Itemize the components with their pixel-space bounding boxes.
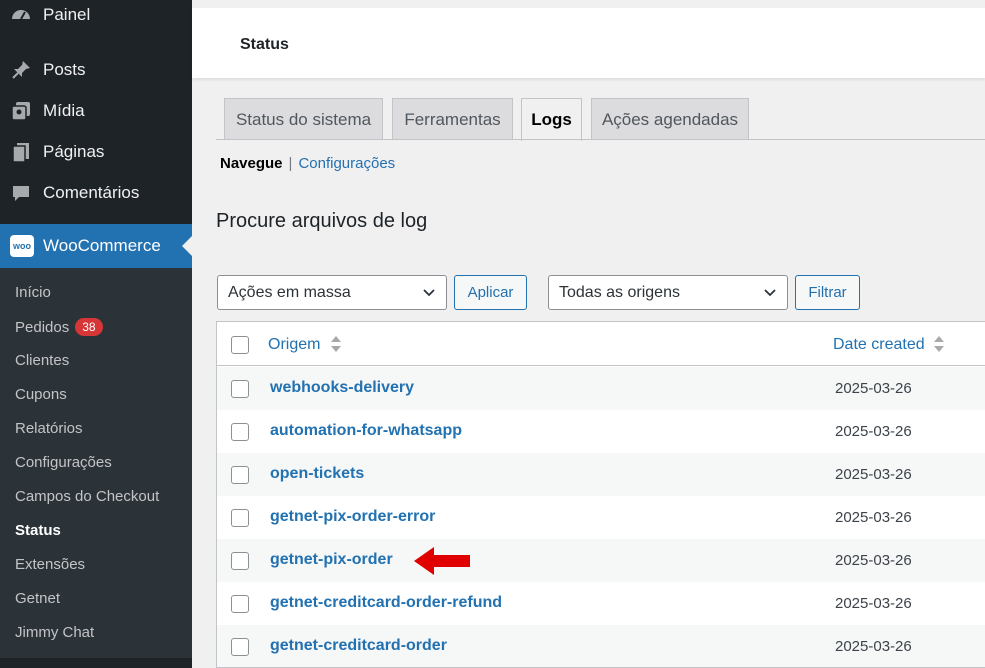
- dashboard-icon: [10, 4, 32, 26]
- media-icon: [10, 100, 32, 122]
- menu-label: Painel: [43, 5, 91, 24]
- submenu-item-getnet[interactable]: Getnet: [15, 590, 60, 607]
- tab-logs[interactable]: Logs: [521, 98, 582, 141]
- page-title: Status: [240, 36, 289, 53]
- tab-ferramentas[interactable]: Ferramentas: [392, 98, 513, 140]
- sort-icon[interactable]: [933, 335, 945, 353]
- row-checkbox[interactable]: [231, 595, 249, 613]
- submenu-item-relatorios[interactable]: Relatórios: [15, 420, 83, 437]
- table-row: getnet-creditcard-order-refund 2025-03-2…: [217, 582, 985, 625]
- table-row: getnet-pix-order 2025-03-26: [217, 539, 985, 582]
- table-header: Origem Date created: [217, 322, 985, 366]
- bulk-actions-select[interactable]: Ações em massa: [217, 275, 447, 310]
- woocommerce-icon: woo: [10, 235, 34, 257]
- log-origin-link[interactable]: open-tickets: [270, 465, 364, 483]
- woocommerce-submenu: Início Pedidos 38 Clientes Cupons Relatór…: [0, 268, 192, 658]
- row-checkbox[interactable]: [231, 423, 249, 441]
- column-header-date-created[interactable]: Date created: [833, 336, 925, 354]
- table-row: automation-for-whatsapp 2025-03-26: [217, 410, 985, 453]
- admin-sidebar: Painel Posts Mídia Páginas Comentários w…: [0, 0, 192, 668]
- table-row: getnet-creditcard-order 2025-03-26: [217, 625, 985, 667]
- menu-item-woocommerce[interactable]: woo WooCommerce: [0, 224, 192, 268]
- chevron-down-icon: [423, 289, 435, 297]
- tab-acoes-agendadas[interactable]: Ações agendadas: [591, 98, 749, 140]
- chevron-down-icon: [764, 289, 776, 297]
- submenu-item-cupons[interactable]: Cupons: [15, 386, 67, 403]
- subnav-separator: |: [288, 155, 293, 172]
- submenu-item-clientes[interactable]: Clientes: [15, 352, 69, 369]
- log-date: 2025-03-26: [835, 423, 912, 440]
- table-row: webhooks-delivery 2025-03-26: [217, 367, 985, 410]
- menu-item-midia[interactable]: Mídia: [0, 93, 192, 129]
- menu-label: WooCommerce: [43, 236, 161, 255]
- tab-divider: [216, 139, 985, 140]
- log-origin-link[interactable]: getnet-pix-order-error: [270, 508, 435, 526]
- log-date: 2025-03-26: [835, 638, 912, 655]
- menu-label: Mídia: [43, 101, 85, 120]
- log-origin-link[interactable]: webhooks-delivery: [270, 379, 414, 397]
- row-checkbox[interactable]: [231, 552, 249, 570]
- submenu-item-status[interactable]: Status: [15, 522, 61, 539]
- submenu-item-extensoes[interactable]: Extensões: [15, 556, 85, 573]
- table-row: getnet-pix-order-error 2025-03-26: [217, 496, 985, 539]
- submenu-item-jimmy-chat[interactable]: Jimmy Chat: [15, 624, 94, 641]
- log-date: 2025-03-26: [835, 466, 912, 483]
- table-row: open-tickets 2025-03-26: [217, 453, 985, 496]
- row-checkbox[interactable]: [231, 466, 249, 484]
- menu-item-paginas[interactable]: Páginas: [0, 134, 192, 170]
- filter-button[interactable]: Filtrar: [795, 275, 860, 310]
- subnav: Navegue | Configurações: [220, 155, 395, 172]
- submenu-item-inicio[interactable]: Início: [15, 284, 51, 301]
- origin-filter-value: Todas as origens: [559, 283, 680, 301]
- row-checkbox[interactable]: [231, 509, 249, 527]
- log-origin-link[interactable]: automation-for-whatsapp: [270, 422, 462, 440]
- subnav-link-configuracoes[interactable]: Configurações: [298, 155, 395, 172]
- red-arrow-annotation: [414, 547, 470, 575]
- log-origin-link[interactable]: getnet-creditcard-order-refund: [270, 594, 502, 612]
- menu-label: Posts: [43, 60, 86, 79]
- origin-filter-select[interactable]: Todas as origens: [548, 275, 788, 310]
- page-header: Status: [192, 8, 985, 78]
- submenu-item-campos-checkout[interactable]: Campos do Checkout: [15, 488, 159, 505]
- log-date: 2025-03-26: [835, 380, 912, 397]
- select-all-checkbox[interactable]: [231, 336, 249, 354]
- sort-icon[interactable]: [330, 335, 342, 353]
- apply-button[interactable]: Aplicar: [454, 275, 527, 310]
- comment-icon: [10, 182, 32, 204]
- bulk-actions-value: Ações em massa: [228, 283, 351, 301]
- pin-icon: [10, 59, 32, 81]
- column-header-origem[interactable]: Origem: [268, 336, 320, 354]
- menu-item-comentarios[interactable]: Comentários: [0, 175, 192, 211]
- log-origin-link[interactable]: getnet-pix-order: [270, 551, 393, 569]
- log-date: 2025-03-26: [835, 552, 912, 569]
- log-date: 2025-03-26: [835, 595, 912, 612]
- subnav-current: Navegue: [220, 155, 283, 172]
- submenu-item-configuracoes[interactable]: Configurações: [15, 454, 112, 471]
- log-date: 2025-03-26: [835, 509, 912, 526]
- menu-item-posts[interactable]: Posts: [0, 52, 192, 88]
- current-menu-arrow: [182, 236, 192, 256]
- menu-item-painel[interactable]: Painel: [0, 0, 192, 33]
- section-title: Procure arquivos de log: [216, 210, 428, 232]
- menu-label: Comentários: [43, 183, 140, 202]
- menu-label: Páginas: [43, 142, 105, 161]
- pages-icon: [10, 141, 32, 163]
- orders-count-badge: 38: [75, 318, 103, 336]
- log-origin-link[interactable]: getnet-creditcard-order: [270, 637, 447, 655]
- row-checkbox[interactable]: [231, 380, 249, 398]
- tab-status-do-sistema[interactable]: Status do sistema: [224, 98, 383, 140]
- log-files-table: Origem Date created webhooks-delivery 20…: [216, 321, 985, 668]
- row-checkbox[interactable]: [231, 638, 249, 656]
- submenu-item-pedidos[interactable]: Pedidos 38: [15, 318, 103, 336]
